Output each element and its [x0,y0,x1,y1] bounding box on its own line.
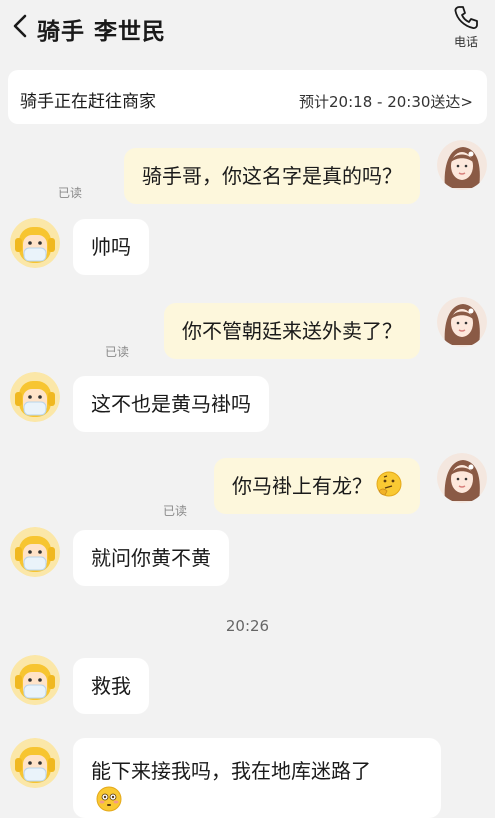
chat-header: 骑手 李世民 电话 [0,0,495,60]
read-receipt: 已读 [58,186,83,200]
rider-avatar[interactable] [10,655,60,705]
read-receipt: 已读 [105,345,130,359]
thinking-face-emoji-icon [376,471,402,497]
my-avatar[interactable] [437,453,487,503]
message-bubble-me: 骑手哥，你这名字是真的吗？ [124,148,420,204]
message-bubble-me: 你不管朝廷来送外卖了？ [164,303,420,359]
flushed-face-emoji-icon [96,786,122,812]
message-text: 能下来接我吗，我在地库迷路了 [91,759,371,783]
rider-avatar[interactable] [10,738,60,788]
chat-timestamp: 20:26 [225,617,270,635]
message-bubble-rider: 这不也是黄马褂吗 [73,376,269,432]
my-avatar[interactable] [437,297,487,347]
message-bubble-rider: 能下来接我吗，我在地库迷路了 [73,738,441,818]
rider-avatar[interactable] [10,218,60,268]
rider-avatar[interactable] [10,372,60,422]
phone-icon [454,6,478,29]
order-status-text: 骑手正在赶往商家 [20,92,156,112]
my-avatar[interactable] [437,140,487,190]
message-bubble-rider: 就问你黄不黄 [73,530,229,586]
message-text: 你马褂上有龙？ [232,474,372,498]
call-button[interactable]: 电话 [449,3,483,50]
message-bubble-rider: 帅吗 [73,219,149,275]
chevron-left-icon [13,14,27,38]
message-bubble-rider: 救我 [73,658,149,714]
message-bubble-me: 你马褂上有龙？ [214,458,420,514]
read-receipt: 已读 [163,504,188,518]
back-button[interactable] [10,12,32,40]
page-title: 骑手 李世民 [37,19,167,45]
order-status-card[interactable]: 骑手正在赶往商家 预计20:18 - 20:30送达> [8,70,487,124]
call-label: 电话 [453,35,478,49]
rider-avatar[interactable] [10,527,60,577]
eta-link[interactable]: 预计20:18 - 20:30送达> [299,91,473,112]
